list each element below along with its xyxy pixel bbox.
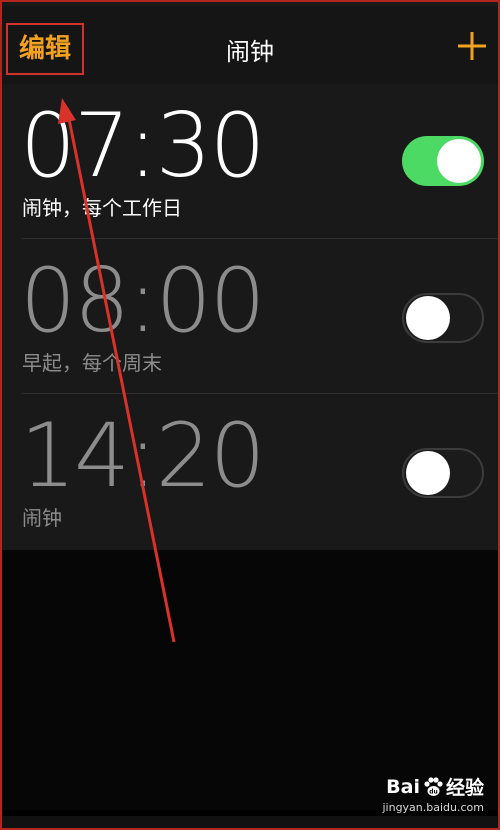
watermark-url: jingyan.baidu.com: [382, 801, 484, 814]
alarm-toggle-0730[interactable]: [402, 136, 484, 186]
alarm-label: 闹钟: [22, 506, 62, 530]
alarm-time: 14:20: [20, 404, 266, 507]
toggle-knob: [406, 451, 450, 495]
watermark-brand-right: 经验: [445, 777, 484, 799]
watermark-brand-left: Bai: [386, 775, 420, 798]
alarm-toggle-0800[interactable]: [402, 293, 484, 343]
alarm-label: 早起，每个周末: [22, 351, 162, 375]
page-title: 闹钟: [226, 38, 274, 66]
navigation-bar: 编辑 闹钟: [2, 6, 498, 84]
alarm-row-1420[interactable]: 14:20 闹钟: [2, 394, 498, 549]
empty-area: [2, 550, 498, 810]
baidu-watermark: Bai du 经验 jingyan.baidu.com: [382, 773, 484, 815]
plus-icon[interactable]: [456, 30, 488, 62]
tab-bar-edge: [2, 816, 498, 828]
svg-text:du: du: [429, 788, 438, 795]
toggle-knob: [437, 139, 481, 183]
baidu-paw-icon: du: [424, 776, 443, 796]
alarm-label: 闹钟，每个工作日: [22, 196, 182, 220]
alarm-time: 08:00: [20, 249, 266, 352]
alarm-row-0800[interactable]: 08:00 早起，每个周末: [2, 239, 498, 394]
alarm-toggle-1420[interactable]: [402, 448, 484, 498]
alarm-time: 07:30: [20, 94, 266, 197]
alarm-list: 07:30 闹钟，每个工作日 08:00 早起，每个周末 14:20 闹钟: [2, 84, 498, 550]
phone-screen: 编辑 闹钟 07:30 闹钟，每个工作日 08:00 早起，每个周末 14:20…: [0, 0, 500, 830]
toggle-knob: [406, 296, 450, 340]
alarm-row-0730[interactable]: 07:30 闹钟，每个工作日: [2, 84, 498, 239]
